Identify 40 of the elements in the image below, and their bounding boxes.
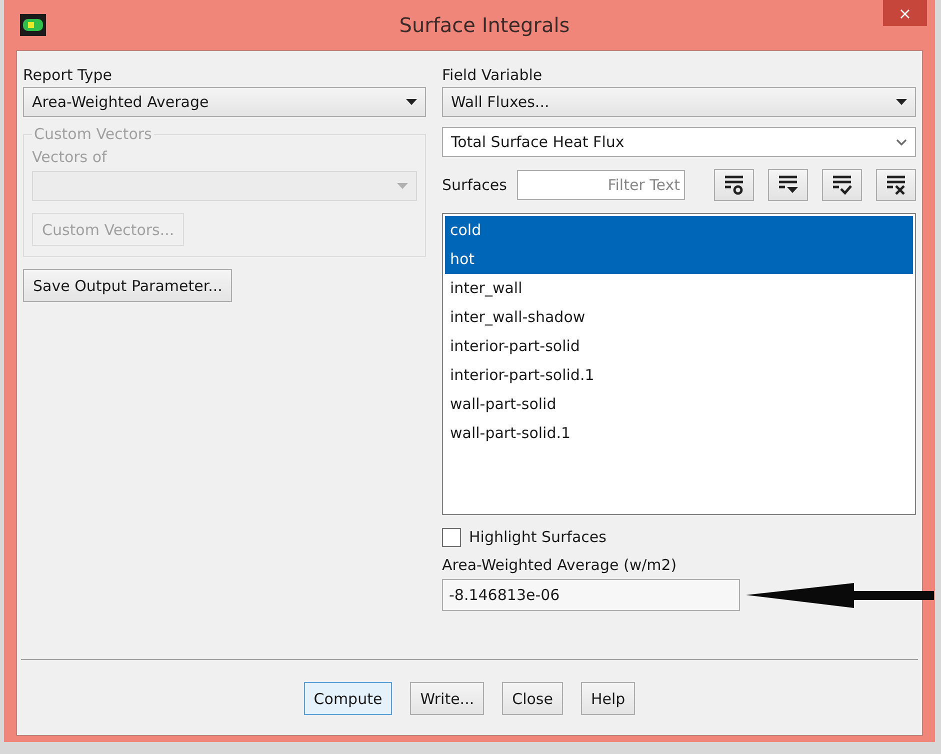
- app-icon: [20, 14, 46, 36]
- close-button[interactable]: ×: [883, 0, 927, 26]
- custom-vectors-legend: Custom Vectors: [32, 125, 154, 143]
- window-title: Surface Integrals: [399, 13, 570, 37]
- dialog-button[interactable]: Write...: [410, 682, 484, 715]
- report-type-dropdown[interactable]: Area-Weighted Average: [23, 87, 426, 117]
- surface-item[interactable]: wall-part-solid: [445, 390, 913, 419]
- surface-item[interactable]: hot: [445, 245, 913, 274]
- surface-item[interactable]: interior-part-solid: [445, 332, 913, 361]
- dialog-button[interactable]: Help: [580, 682, 636, 715]
- chevron-down-icon: [896, 138, 907, 146]
- list-icon: [884, 174, 908, 196]
- field-quantity-dropdown[interactable]: Total Surface Heat Flux: [442, 127, 916, 157]
- surfaces-label: Surfaces: [442, 175, 507, 195]
- highlight-checkbox[interactable]: [442, 528, 461, 546]
- surface-item[interactable]: interior-part-solid.1: [445, 361, 913, 390]
- result-field[interactable]: -8.146813e-06: [442, 579, 740, 611]
- field-category-dropdown[interactable]: Wall Fluxes...: [442, 87, 916, 117]
- field-variable-label: Field Variable: [442, 65, 544, 85]
- list-icon: [722, 174, 746, 196]
- select-button[interactable]: [714, 169, 754, 201]
- filter-field[interactable]: Filter Text: [516, 170, 685, 200]
- surface-item[interactable]: inter_wall: [445, 274, 913, 303]
- list-icon: [830, 174, 854, 196]
- check-all-button[interactable]: [822, 169, 862, 201]
- result-label: Area-Weighted Average (w/m2): [442, 555, 678, 575]
- dropdown-arrow-icon: [896, 99, 907, 105]
- surface-item[interactable]: cold: [445, 216, 913, 245]
- dropdown-button[interactable]: [768, 169, 808, 201]
- save-output-parameter-button[interactable]: Save Output Parameter...: [23, 269, 232, 302]
- vectors-of-label: Vectors of: [32, 147, 108, 167]
- dialog-button[interactable]: Close: [502, 682, 563, 715]
- surface-item[interactable]: wall-part-solid.1: [445, 419, 913, 448]
- dialog-button[interactable]: Compute: [304, 682, 392, 715]
- clear-button[interactable]: [876, 169, 916, 201]
- report-type-label: Report Type: [23, 65, 113, 85]
- dropdown-arrow-icon: [397, 183, 408, 189]
- surface-item[interactable]: inter_wall-shadow: [445, 303, 913, 332]
- dropdown-arrow-icon: [406, 99, 417, 105]
- highlight-surfaces-label: Highlight Surfaces: [469, 527, 606, 547]
